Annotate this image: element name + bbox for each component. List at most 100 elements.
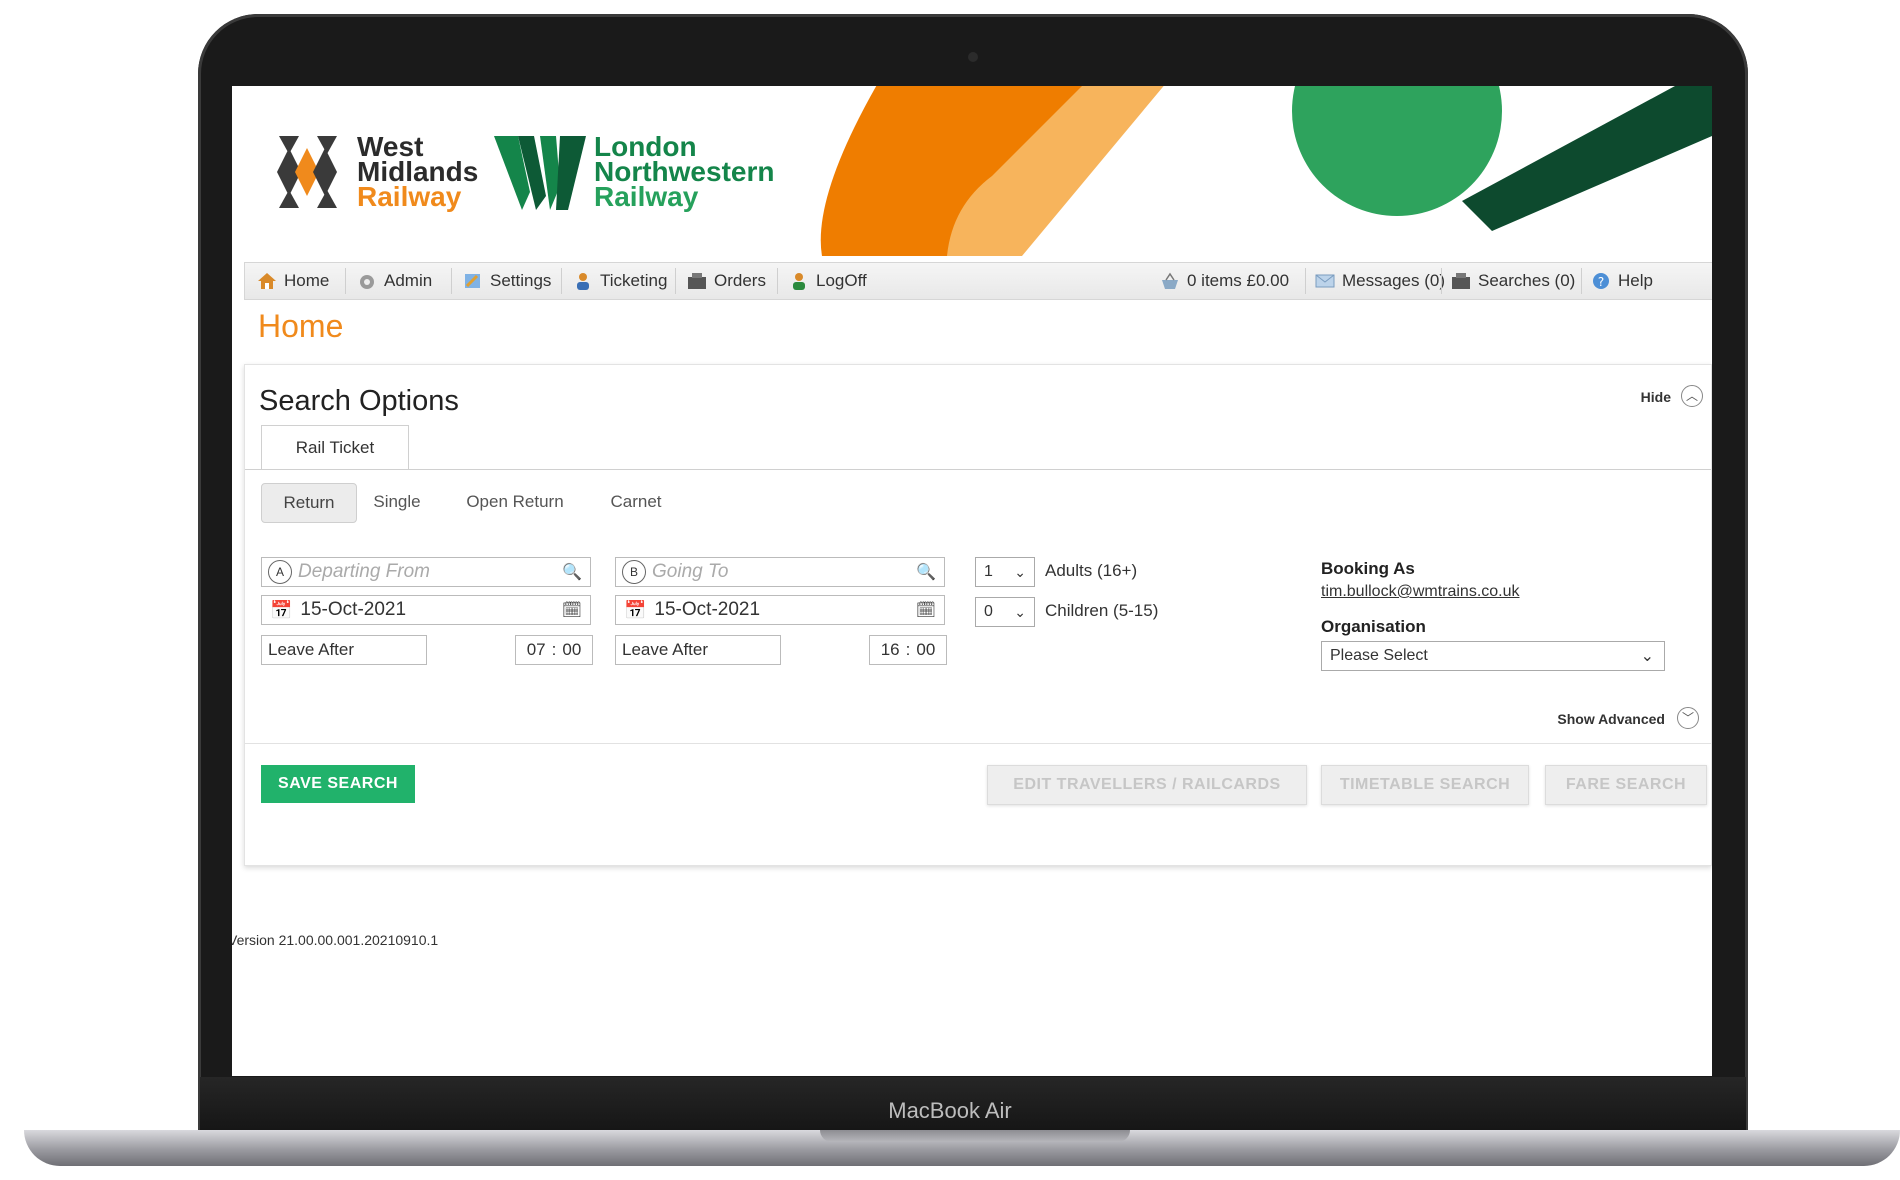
date-picker-icon[interactable]: 🗓: [916, 600, 936, 620]
search-options-title: Search Options: [259, 385, 459, 417]
booking-as-email[interactable]: tim.bullock@wmtrains.co.uk: [1321, 583, 1520, 601]
search-options-panel: Search Options Hide ︿ Rail Ticket Return…: [244, 364, 1712, 866]
organisation-select[interactable]: Please Select ⌄: [1321, 641, 1665, 671]
nav-home[interactable]: Home: [257, 263, 329, 299]
time-separator: :: [551, 640, 557, 659]
nav-settings[interactable]: Settings: [463, 263, 551, 299]
main-nav: Home Admin Settings Ticketing Orders Log…: [244, 262, 1712, 300]
mail-icon: [1315, 274, 1335, 288]
hide-link[interactable]: Hide: [1641, 389, 1671, 405]
inbound-time-mode[interactable]: Leave After: [615, 635, 781, 665]
inbound-date-input[interactable]: 📅 15-Oct-2021 🗓: [615, 595, 945, 625]
save-search-button[interactable]: SAVE SEARCH: [261, 765, 415, 803]
chevron-up-icon[interactable]: ︿: [1681, 385, 1703, 407]
nav-searches[interactable]: Searches (0): [1451, 263, 1575, 299]
west-midlands-logo-text: West Midlands Railway: [357, 133, 478, 212]
location-a-icon: A: [268, 560, 292, 584]
outbound-minute: 00: [562, 640, 582, 659]
nav-basket[interactable]: 0 items £0.00: [1160, 263, 1289, 299]
adults-label: Adults (16+): [1045, 561, 1138, 580]
nav-messages[interactable]: Messages (0): [1315, 263, 1445, 299]
inbound-hour: 16: [880, 640, 900, 659]
nav-help-label: Help: [1618, 271, 1653, 290]
nav-ticketing-label: Ticketing: [600, 271, 668, 290]
edit-travellers-button[interactable]: EDIT TRAVELLERS / RAILCARDS: [987, 765, 1307, 805]
children-select[interactable]: 0 ⌄: [975, 597, 1035, 627]
panel-divider: [245, 743, 1711, 744]
outbound-hour: 07: [526, 640, 546, 659]
page-title: Home: [258, 308, 344, 344]
show-advanced-link[interactable]: Show Advanced: [1557, 711, 1665, 727]
organisation-label: Organisation: [1321, 617, 1426, 636]
west-midlands-logo-icon: [277, 136, 337, 208]
timetable-search-button[interactable]: TIMETABLE SEARCH: [1321, 765, 1529, 805]
search-icon[interactable]: 🔍: [562, 562, 582, 582]
journey-carnet[interactable]: Carnet: [591, 483, 681, 521]
time-separator: :: [905, 640, 911, 659]
gear-icon: [360, 275, 374, 289]
nav-logoff-label: LogOff: [816, 271, 867, 290]
journey-return[interactable]: Return: [261, 483, 357, 523]
outbound-time-mode[interactable]: Leave After: [261, 635, 427, 665]
chevron-down-icon[interactable]: ﹀: [1677, 707, 1699, 729]
nav-ticketing[interactable]: Ticketing: [573, 263, 667, 299]
outbound-date-value: 15-Oct-2021: [300, 599, 407, 620]
children-value: 0: [984, 603, 993, 620]
camera: [968, 52, 978, 62]
site-header: West Midlands Railway London Northwester…: [232, 86, 1712, 256]
journey-single[interactable]: Single: [357, 483, 437, 521]
booking-as-label: Booking As: [1321, 559, 1415, 578]
date-picker-icon[interactable]: 🗓: [562, 600, 582, 620]
nav-orders-label: Orders: [714, 271, 766, 290]
tab-divider: [245, 469, 1711, 470]
home-icon: [258, 273, 276, 289]
logo1-line3: Railway: [357, 181, 462, 212]
nav-home-label: Home: [284, 271, 330, 290]
london-northwestern-logo-icon: [494, 136, 586, 210]
searches-icon: [1452, 273, 1470, 289]
device-brand-label: MacBook Air: [888, 1098, 1012, 1123]
orders-icon: [688, 273, 706, 289]
departing-from-placeholder: Departing From: [298, 561, 430, 582]
adults-value: 1: [984, 563, 993, 580]
chevron-down-icon: ⌄: [1014, 563, 1026, 580]
going-to-placeholder: Going To: [652, 561, 729, 582]
inbound-time-input[interactable]: 16 : 00: [869, 635, 947, 665]
nav-orders[interactable]: Orders: [687, 263, 766, 299]
departing-from-input[interactable]: A Departing From 🔍: [261, 557, 591, 587]
children-label: Children (5-15): [1045, 601, 1159, 620]
nav-admin[interactable]: Admin: [357, 263, 432, 299]
fare-search-button[interactable]: FARE SEARCH: [1545, 765, 1707, 805]
adults-select[interactable]: 1 ⌄: [975, 557, 1035, 587]
inbound-minute: 00: [916, 640, 936, 659]
tab-rail-ticket[interactable]: Rail Ticket: [261, 425, 409, 470]
nav-admin-label: Admin: [384, 271, 433, 290]
svg-text:?: ?: [1598, 275, 1604, 289]
search-icon[interactable]: 🔍: [916, 562, 936, 582]
basket-icon: [1162, 272, 1178, 289]
settings-icon: [465, 274, 480, 288]
nav-messages-label: Messages (0): [1342, 271, 1445, 290]
logo2-line3: Railway: [594, 181, 699, 212]
version-text: Version 21.00.00.001.20210910.1: [232, 932, 439, 948]
nav-settings-label: Settings: [490, 271, 552, 290]
location-b-icon: B: [622, 560, 646, 584]
organisation-value: Please Select: [1330, 647, 1428, 664]
going-to-input[interactable]: B Going To 🔍: [615, 557, 945, 587]
nav-help[interactable]: ? Help: [1591, 263, 1653, 299]
chevron-down-icon: ⌄: [1014, 603, 1026, 620]
person-icon: [577, 273, 589, 290]
calendar-icon: 📅: [270, 599, 293, 620]
screen: West Midlands Railway London Northwester…: [232, 86, 1712, 1076]
outbound-date-input[interactable]: 📅 15-Oct-2021 🗓: [261, 595, 591, 625]
laptop-notch: [820, 1130, 1130, 1142]
journey-open-return[interactable]: Open Return: [445, 483, 585, 521]
chevron-down-icon: ⌄: [1640, 648, 1654, 665]
nav-logoff[interactable]: LogOff: [789, 263, 867, 299]
nav-basket-label: 0 items £0.00: [1187, 271, 1290, 290]
nav-searches-label: Searches (0): [1478, 271, 1576, 290]
help-icon: ?: [1593, 273, 1609, 289]
outbound-time-input[interactable]: 07 : 00: [515, 635, 593, 665]
calendar-icon: 📅: [624, 599, 647, 620]
london-northwestern-logo-text: London Northwestern Railway: [594, 133, 774, 212]
